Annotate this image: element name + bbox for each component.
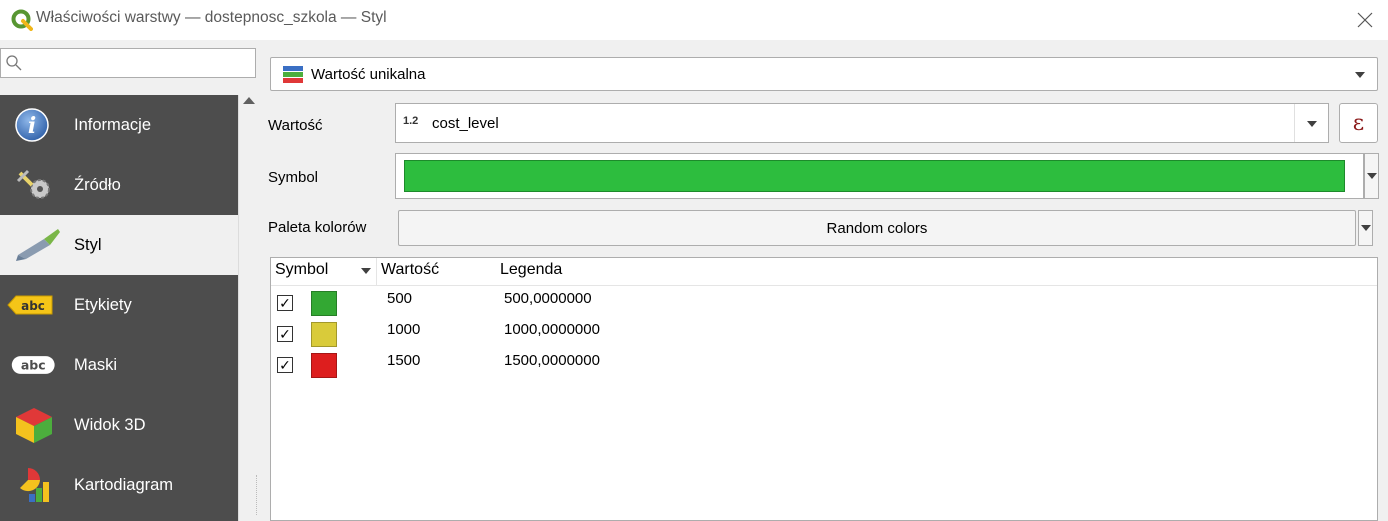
value-label: Wartość [268, 117, 323, 134]
sort-descending-icon [361, 268, 371, 274]
column-header-legend[interactable]: Legenda [500, 261, 562, 279]
sidebar-item-label: Etykiety [74, 295, 132, 314]
color-ramp-menu-button[interactable] [1358, 210, 1373, 246]
sidebar-item-styl[interactable]: Styl [0, 215, 238, 275]
renderer-type-select[interactable]: Wartość unikalna [270, 57, 1378, 91]
paintbrush-icon [14, 225, 64, 265]
category-value: 500 [387, 290, 413, 307]
sidebar-item-zrodlo[interactable]: Źródło [0, 155, 238, 215]
numeric-type-icon: 1.2 [403, 115, 419, 127]
title-bar: Właściwości warstwy — dostepnosc_szkola … [0, 0, 1388, 40]
chevron-down-icon [1307, 121, 1317, 127]
source-tools-icon [14, 165, 64, 205]
symbol-button[interactable] [395, 153, 1364, 199]
scrollbar-grip [256, 475, 257, 515]
scroll-up-icon[interactable] [243, 97, 255, 104]
sidebar-item-widok-3d[interactable]: Widok 3D [0, 395, 238, 455]
categories-table[interactable]: Symbol Wartość Legenda ✓ 500 500,0000000… [270, 257, 1378, 521]
chevron-down-icon [1367, 173, 1377, 179]
svg-text:abc: abc [21, 299, 45, 313]
value-field-combo[interactable]: 1.2 cost_level [395, 103, 1329, 143]
expression-epsilon-icon: ε [1352, 110, 1365, 136]
categorized-icon [283, 66, 303, 83]
palette-label: Paleta kolorów [268, 219, 367, 236]
labels-abc-icon: abc [6, 285, 56, 325]
sidebar-item-kartodiagram[interactable]: Kartodiagram [0, 455, 238, 515]
svg-text:abc: abc [21, 357, 46, 372]
search-box [0, 48, 256, 78]
sidebar-item-label: Źródło [74, 175, 121, 194]
table-row[interactable]: ✓ 1500 1500,0000000 [271, 350, 1377, 381]
expression-button[interactable]: ε [1339, 103, 1378, 143]
sidebar-item-label: Maski [74, 355, 118, 374]
search-icon [6, 55, 22, 71]
chevron-down-icon [1361, 225, 1371, 231]
sidebar-item-label: Kartodiagram [74, 475, 174, 494]
symbol-menu-button[interactable] [1364, 153, 1379, 199]
column-header-value[interactable]: Wartość [381, 261, 439, 279]
sidebar-item-maski[interactable]: abc Maski [0, 335, 238, 395]
category-value: 1000 [387, 321, 421, 338]
masks-abc-icon: abc [10, 345, 60, 385]
category-symbol-swatch[interactable] [311, 353, 337, 378]
sidebar-item-informacje[interactable]: i Informacje [0, 95, 238, 155]
category-symbol-swatch[interactable] [311, 322, 337, 347]
info-icon: i [14, 105, 64, 145]
category-checkbox[interactable]: ✓ [277, 357, 293, 373]
cube-3d-icon [14, 405, 64, 445]
table-header: Symbol Wartość Legenda [271, 258, 1377, 286]
sidebar-item-etykiety[interactable]: abc Etykiety [0, 275, 238, 335]
sidebar-scrollbar[interactable] [238, 95, 260, 521]
close-button[interactable] [1342, 0, 1388, 40]
category-checkbox[interactable]: ✓ [277, 295, 293, 311]
sidebar-item-label: Informacje [74, 115, 152, 134]
symbol-color-swatch [404, 160, 1345, 192]
category-checkbox[interactable]: ✓ [277, 326, 293, 342]
color-ramp-label: Random colors [826, 219, 928, 237]
sidebar-item-label: Styl [74, 235, 102, 254]
category-legend: 1500,0000000 [504, 352, 600, 369]
window-title: Właściwości warstwy — dostepnosc_szkola … [36, 9, 387, 26]
close-icon [1357, 12, 1373, 28]
sidebar-item-label: Widok 3D [74, 415, 146, 434]
svg-text:i: i [28, 113, 36, 139]
search-input[interactable] [27, 51, 247, 75]
category-symbol-swatch[interactable] [311, 291, 337, 316]
category-legend: 500,0000000 [504, 290, 592, 307]
table-row[interactable]: ✓ 500 500,0000000 [271, 288, 1377, 319]
color-ramp-button[interactable]: Random colors [398, 210, 1356, 246]
renderer-type-label: Wartość unikalna [311, 66, 426, 83]
column-header-symbol[interactable]: Symbol [275, 261, 328, 279]
sidebar: i Informacje Źródło Styl abc Etykiety ab… [0, 95, 238, 521]
symbol-label: Symbol [268, 169, 319, 186]
value-field-text: cost_level [432, 115, 499, 132]
table-row[interactable]: ✓ 1000 1000,0000000 [271, 319, 1377, 350]
chevron-down-icon [1355, 72, 1365, 78]
category-legend: 1000,0000000 [504, 321, 600, 338]
column-divider [376, 258, 377, 286]
category-value: 1500 [387, 352, 421, 369]
qgis-logo-icon [11, 9, 33, 31]
diagram-icon [14, 465, 64, 505]
value-dropdown-button[interactable] [1294, 104, 1328, 142]
